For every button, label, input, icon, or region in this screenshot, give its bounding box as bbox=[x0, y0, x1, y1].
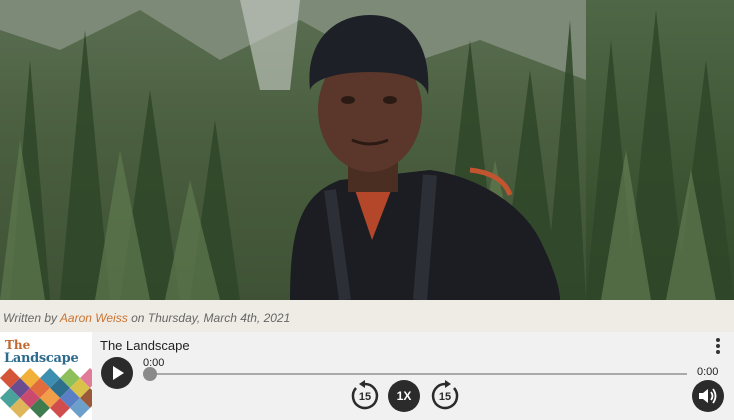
forward-15-button[interactable]: 15 bbox=[428, 379, 462, 413]
more-options-button[interactable] bbox=[711, 336, 725, 356]
article-byline: Written by Aaron Weiss on Thursday, Marc… bbox=[0, 300, 734, 332]
rewind-seconds: 15 bbox=[358, 391, 372, 403]
cover-title-line2: Landscape bbox=[4, 351, 79, 366]
total-time: 0:00 bbox=[697, 366, 719, 378]
hero-side-backdrop bbox=[586, 0, 734, 300]
forward-seconds: 15 bbox=[438, 391, 452, 403]
byline-author-link[interactable]: Aaron Weiss bbox=[60, 311, 128, 325]
more-vertical-icon bbox=[716, 338, 720, 342]
article-hero-photo bbox=[0, 0, 586, 300]
seek-handle[interactable] bbox=[143, 367, 157, 381]
cover-title-line1: The bbox=[5, 338, 31, 352]
play-button[interactable] bbox=[101, 357, 133, 389]
volume-icon bbox=[699, 388, 717, 404]
seek-bar[interactable] bbox=[149, 373, 687, 375]
episode-title: The Landscape bbox=[100, 338, 190, 353]
podcast-player: The Landscape The Landscape 0:00 0:00 15… bbox=[0, 332, 734, 420]
volume-button[interactable] bbox=[692, 380, 724, 412]
rewind-15-button[interactable]: 15 bbox=[348, 379, 382, 413]
byline-prefix: Written by bbox=[3, 311, 58, 325]
playback-speed-button[interactable]: 1X bbox=[388, 380, 420, 412]
cover-pattern bbox=[0, 368, 92, 418]
portrait-photo-art bbox=[0, 0, 586, 300]
podcast-cover-art: The Landscape bbox=[0, 332, 92, 420]
byline-date: on Thursday, March 4th, 2021 bbox=[131, 311, 291, 325]
